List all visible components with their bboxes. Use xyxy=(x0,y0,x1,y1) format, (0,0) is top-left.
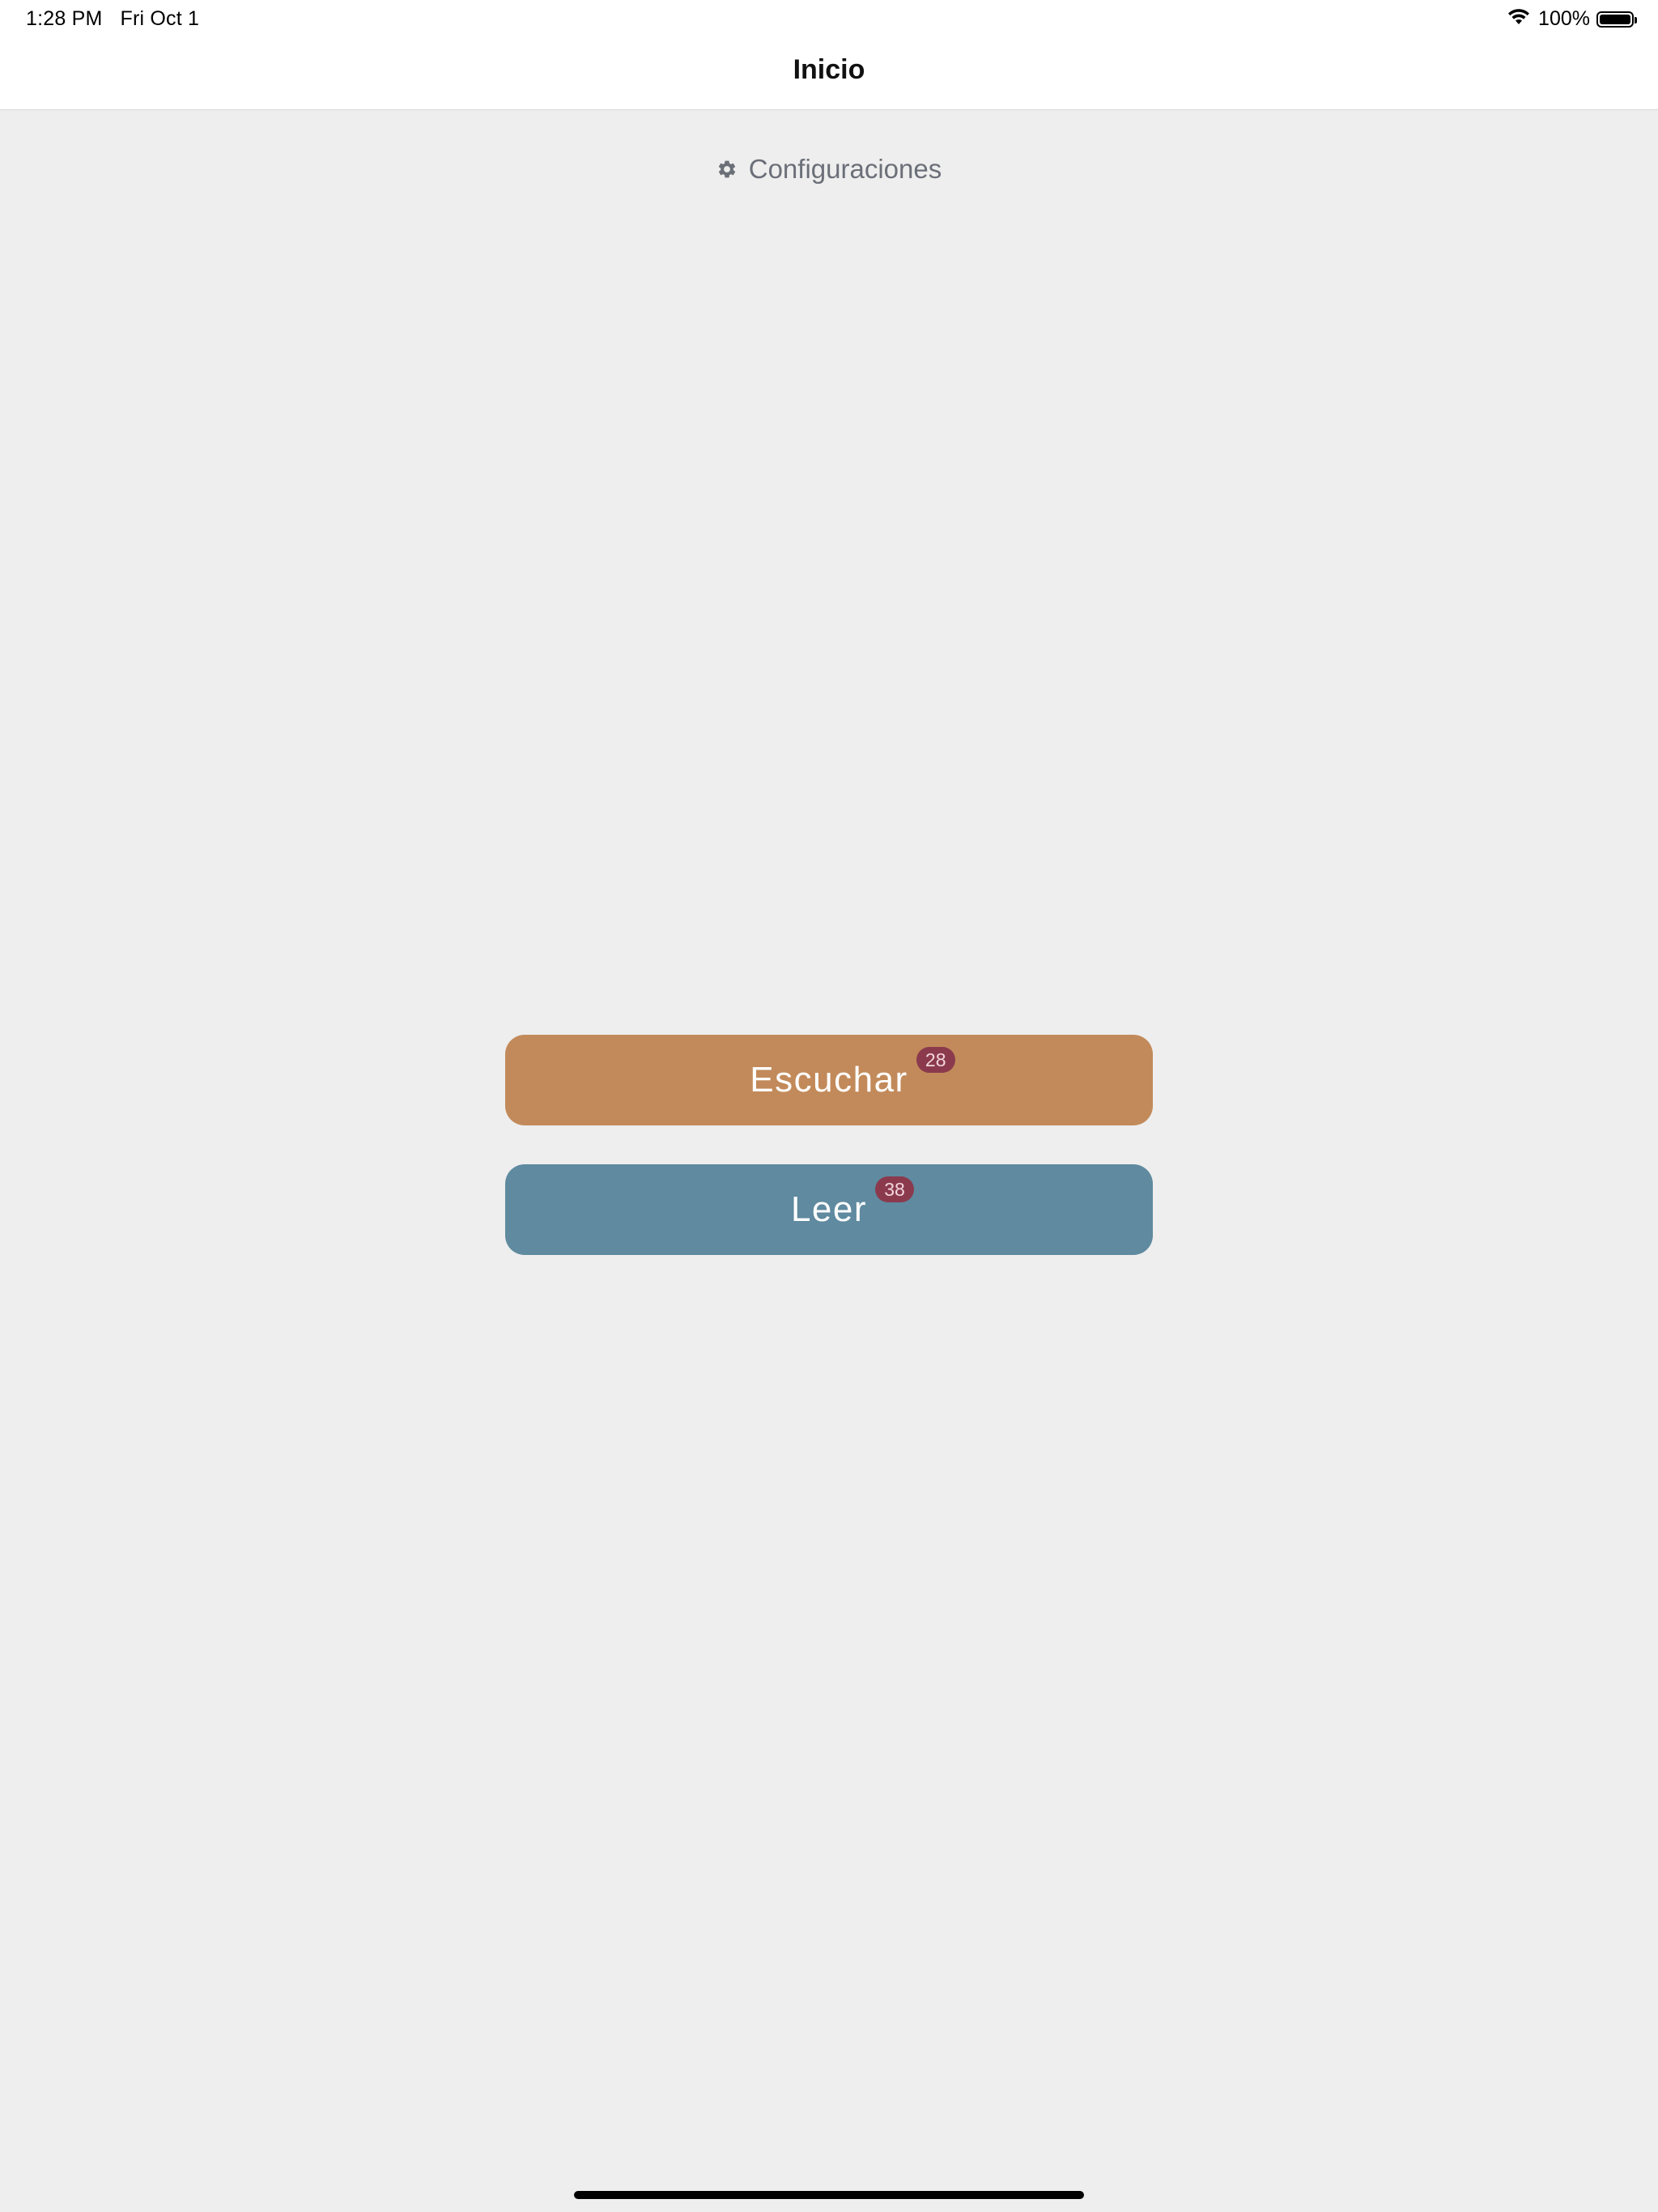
listen-button-label-wrap: Escuchar 28 xyxy=(750,1047,955,1100)
status-time: 1:28 PM xyxy=(26,7,103,30)
wifi-icon xyxy=(1506,6,1532,32)
listen-button[interactable]: Escuchar 28 xyxy=(505,1035,1153,1125)
listen-count-badge: 28 xyxy=(916,1047,955,1073)
status-bar: 1:28 PM Fri Oct 1 100% xyxy=(0,0,1658,39)
navigation-bar: Inicio xyxy=(0,39,1658,110)
read-button-label: Leer xyxy=(790,1189,868,1229)
listen-button-label: Escuchar xyxy=(750,1060,908,1100)
settings-label: Configuraciones xyxy=(748,154,942,184)
read-button[interactable]: Leer 38 xyxy=(505,1164,1153,1255)
settings-link[interactable]: Configuraciones xyxy=(0,154,1658,185)
gear-icon xyxy=(716,159,738,180)
battery-percent: 100% xyxy=(1538,7,1590,30)
page-title: Inicio xyxy=(793,54,865,85)
status-right: 100% xyxy=(1506,6,1637,32)
read-button-label-wrap: Leer 38 xyxy=(790,1176,915,1230)
home-indicator[interactable] xyxy=(574,2191,1084,2199)
status-left: 1:28 PM Fri Oct 1 xyxy=(26,7,199,31)
read-count-badge: 38 xyxy=(875,1176,915,1202)
status-date: Fri Oct 1 xyxy=(120,7,200,30)
battery-icon xyxy=(1596,11,1637,28)
